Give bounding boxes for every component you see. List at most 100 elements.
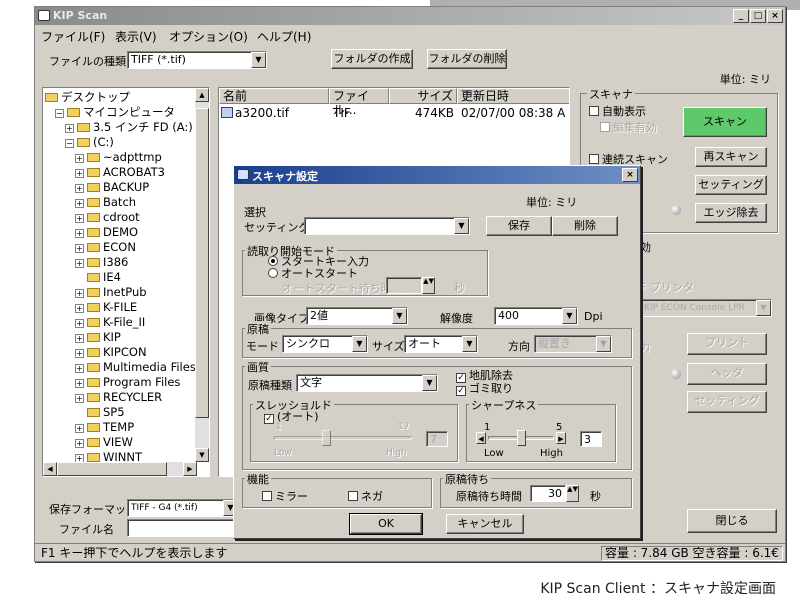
edit-enable-checkbox[interactable]: 編集有効 — [600, 119, 657, 135]
print-setting-button[interactable]: セッティング — [687, 391, 767, 413]
tree-item[interactable]: − (C:) — [65, 135, 114, 149]
scroll-thumb[interactable] — [195, 108, 209, 418]
tree-item[interactable]: + Multimedia Files — [75, 360, 196, 374]
expand-icon[interactable]: + — [75, 154, 84, 163]
setting-select[interactable]: ▼ — [304, 217, 470, 235]
auto-display-checkbox[interactable]: 自動表示 — [589, 103, 646, 119]
tree-item[interactable]: + DEMO — [75, 225, 138, 239]
close-app-button[interactable]: 閉じる — [687, 509, 777, 533]
dialog-titlebar[interactable]: スキャナ設定 × — [234, 166, 640, 184]
dust-remove-checkbox[interactable]: ✓ ゴミ取り — [456, 380, 513, 396]
expand-icon[interactable]: + — [75, 394, 84, 403]
expand-icon[interactable]: + — [75, 319, 84, 328]
expand-icon[interactable]: + — [75, 229, 84, 238]
col-name[interactable]: 名前 — [219, 88, 329, 104]
col-type[interactable]: ファイル... — [329, 88, 389, 117]
folder-tree[interactable]: デスクトップ − マイコンピュータ +3.5 インチ FD (A:) − (C:) + ~ad… — [42, 87, 210, 477]
col-size[interactable]: サイズ — [389, 88, 457, 104]
threshold-slider-track[interactable] — [274, 436, 412, 440]
menu-help[interactable]: ヘルプ(H) — [257, 28, 311, 45]
spin-updown-icon[interactable]: ▲▼ — [422, 277, 435, 294]
expand-icon[interactable]: + — [75, 379, 84, 388]
main-titlebar[interactable]: KIP Scan _ □ × — [35, 7, 785, 25]
header-button[interactable]: ヘッダ — [687, 363, 767, 385]
expand-icon[interactable]: + — [75, 424, 84, 433]
tree-item[interactable]: +3.5 インチ FD (A:) — [65, 120, 193, 134]
tree-item[interactable]: + BACKUP — [75, 180, 149, 194]
expand-icon[interactable]: + — [75, 364, 84, 373]
tree-item[interactable]: + ACROBAT3 — [75, 165, 165, 179]
tree-item[interactable]: + Program Files — [75, 375, 180, 389]
sharpness-slider-thumb[interactable] — [516, 430, 526, 446]
tree-item[interactable]: + Batch — [75, 195, 136, 209]
expand-icon[interactable]: + — [75, 169, 84, 178]
sharp-left-icon[interactable]: ◀ — [476, 432, 486, 444]
filename-input[interactable] — [127, 519, 239, 537]
delete-setting-button[interactable]: 削除 — [552, 216, 618, 236]
wait-input[interactable]: 30 — [530, 485, 566, 502]
expand-icon[interactable]: + — [75, 349, 84, 358]
menu-options[interactable]: オプション(O) — [169, 28, 248, 45]
expand-icon[interactable]: + — [75, 199, 84, 208]
scroll-up-icon[interactable]: ▲ — [195, 88, 209, 102]
ok-button[interactable]: OK — [349, 513, 423, 535]
threshold-auto-checkbox[interactable]: ✓ (オート) — [264, 408, 319, 424]
setting-button[interactable]: セッティング — [695, 175, 767, 195]
expand-icon[interactable]: + — [75, 214, 84, 223]
dialog-close-button[interactable]: × — [622, 168, 638, 182]
delete-folder-button[interactable]: フォルダの削除 — [427, 49, 507, 69]
auto-start-wait-input[interactable] — [386, 277, 422, 294]
filetype-select[interactable]: TIFF (*.tif) ▼ — [127, 51, 267, 69]
rescan-button[interactable]: 再スキャン — [695, 147, 767, 167]
create-folder-button[interactable]: フォルダの作成 — [331, 49, 413, 69]
tree-item[interactable]: + KIPCON — [75, 345, 147, 359]
minimize-button[interactable]: _ — [733, 9, 749, 23]
expand-icon[interactable]: + — [75, 244, 84, 253]
print-button[interactable]: プリント — [687, 333, 767, 355]
threshold-slider-thumb[interactable] — [322, 430, 332, 446]
expand-icon[interactable]: + — [65, 124, 74, 133]
wait-spin-icon[interactable]: ▲▼ — [566, 485, 579, 502]
threshold-value[interactable]: 7 — [426, 431, 448, 447]
hscroll-thumb[interactable] — [57, 462, 167, 476]
tree-item[interactable]: SP5 — [75, 405, 125, 419]
negative-checkbox[interactable]: ネガ — [348, 488, 383, 504]
scan-button[interactable]: スキャン — [683, 107, 767, 137]
expand-icon[interactable]: + — [75, 304, 84, 313]
tree-vscrollbar[interactable]: ▲ ▼ — [195, 88, 209, 462]
tree-item[interactable]: + RECYCLER — [75, 390, 162, 404]
edge-erase-button[interactable]: エッジ除去 — [695, 203, 767, 223]
tree-item[interactable]: − マイコンピュータ — [55, 105, 175, 119]
printer-select[interactable]: KIP ECON Console LPR ▼ — [640, 299, 772, 317]
tree-item[interactable]: + I386 — [75, 255, 128, 269]
tree-hscrollbar[interactable]: ◀ ▶ — [43, 462, 197, 476]
tree-item[interactable]: + TEMP — [75, 420, 134, 434]
save-format-select[interactable]: TIFF - G4 (*.tif) ▼ — [127, 499, 239, 517]
tree-item[interactable]: + KIP — [75, 330, 121, 344]
sharp-right-icon[interactable]: ▶ — [556, 432, 566, 444]
tree-item[interactable]: デスクトップ — [45, 90, 130, 104]
tree-item[interactable]: + ECON — [75, 240, 136, 254]
maximize-button[interactable]: □ — [750, 9, 766, 23]
direction-select[interactable]: 縦置き ▼ — [534, 335, 612, 353]
col-date[interactable]: 更新日時 — [457, 88, 569, 104]
save-setting-button[interactable]: 保存 — [486, 216, 552, 236]
sharpness-value[interactable]: 3 — [580, 431, 602, 447]
tree-item[interactable]: IE4 — [75, 270, 121, 284]
menu-view[interactable]: 表示(V) — [115, 28, 157, 45]
close-button[interactable]: × — [767, 9, 783, 23]
tree-item[interactable]: + cdroot — [75, 210, 140, 224]
expand-icon[interactable]: + — [75, 184, 84, 193]
size-select[interactable]: オート ▼ — [404, 335, 478, 353]
tree-item[interactable]: + K-FILE — [75, 300, 137, 314]
tree-item[interactable]: + K-File_II — [75, 315, 145, 329]
mode-select[interactable]: シンクロ ▼ — [282, 335, 368, 353]
expand-icon[interactable]: + — [75, 334, 84, 343]
scroll-right-icon[interactable]: ▶ — [183, 462, 197, 476]
expand-icon[interactable]: + — [75, 439, 84, 448]
doc-type-select[interactable]: 文字 ▼ — [296, 374, 438, 392]
mirror-checkbox[interactable]: ミラー — [262, 488, 308, 504]
expand-icon[interactable]: + — [75, 289, 84, 298]
resolution-select[interactable]: 400 ▼ — [494, 307, 578, 325]
scroll-down-icon[interactable]: ▼ — [195, 448, 209, 462]
